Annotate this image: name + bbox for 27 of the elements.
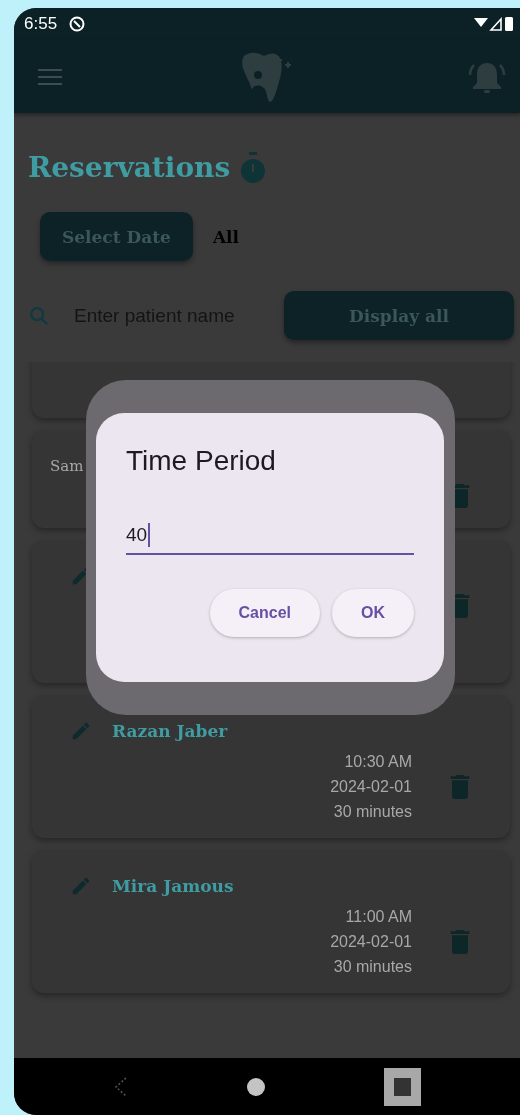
reservation-date: 2024-02-01 (330, 777, 412, 797)
reservation-time: 10:30 AM (344, 752, 412, 772)
stopwatch-icon (240, 151, 267, 184)
home-icon[interactable] (246, 1077, 265, 1096)
patient-name: Sam (50, 457, 84, 475)
patient-name: Mira Jamous (112, 876, 234, 896)
reservation-duration: 30 minutes (333, 802, 412, 822)
reservation-duration: 30 minutes (333, 957, 412, 977)
time-period-field[interactable]: 40 (126, 517, 414, 555)
reservation-date: 2024-02-01 (330, 932, 412, 952)
menu-icon[interactable] (38, 67, 62, 86)
dialog-title: Time Period (126, 445, 277, 477)
page-title: Reservations (28, 151, 231, 184)
trash-icon[interactable] (450, 774, 470, 799)
status-icons (474, 16, 514, 32)
reservation-time: 11:00 AM (345, 907, 412, 927)
ok-button[interactable]: OK (332, 589, 414, 637)
patient-name: Razan Jaber (112, 721, 228, 741)
cancel-button[interactable]: Cancel (209, 589, 320, 637)
date-filter-value: All (212, 226, 240, 247)
trash-icon[interactable] (450, 929, 470, 954)
search-icon (28, 304, 50, 327)
back-icon[interactable] (113, 1075, 128, 1098)
recents-icon[interactable] (383, 1067, 421, 1106)
status-time: 6:55 (24, 14, 58, 34)
pencil-icon[interactable] (70, 875, 92, 897)
pencil-icon[interactable] (70, 720, 92, 742)
